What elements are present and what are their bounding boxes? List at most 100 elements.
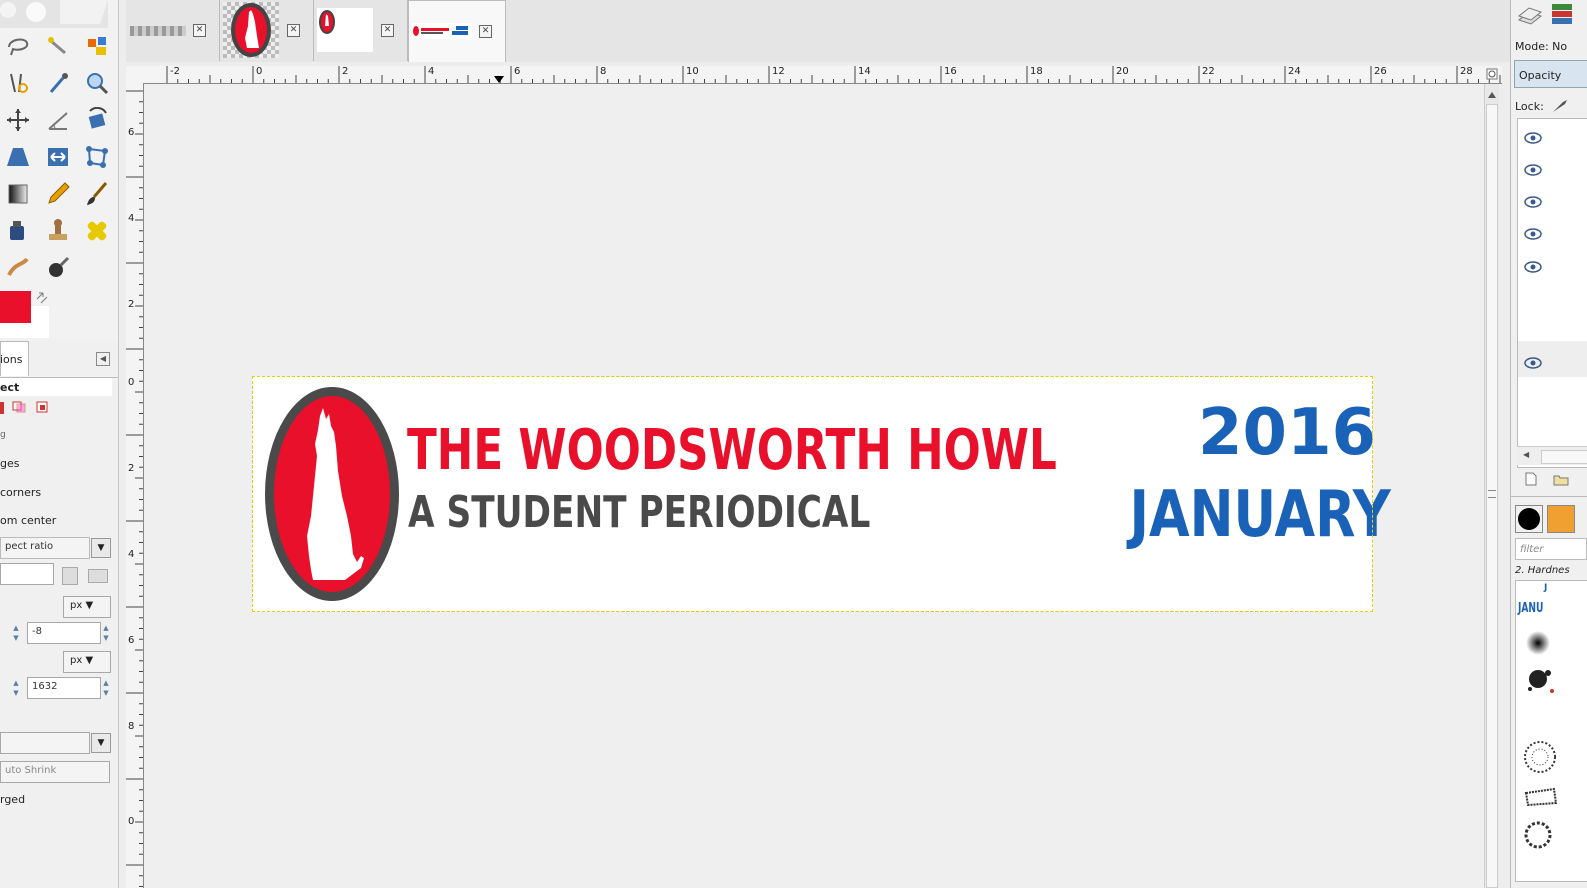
- fixed-aspect-select[interactable]: pect ratio: [0, 537, 90, 559]
- spin-y-icon[interactable]: ▲ ▼: [102, 623, 110, 643]
- smudge-icon[interactable]: [3, 253, 33, 283]
- blend-icon[interactable]: [3, 179, 33, 209]
- zoom-icon[interactable]: [82, 68, 112, 98]
- new-layer-group-icon[interactable]: [1553, 474, 1569, 486]
- scissors-select-icon[interactable]: [3, 68, 33, 98]
- portrait-icon[interactable]: [62, 567, 78, 585]
- mode-label[interactable]: Mode: No: [1515, 40, 1567, 53]
- scroll-left-icon[interactable]: ◀: [1523, 450, 1529, 459]
- free-select-icon[interactable]: [3, 31, 33, 61]
- brushes-grid[interactable]: J JANU: [1515, 580, 1587, 882]
- move-icon[interactable]: [3, 105, 33, 135]
- rotate-icon[interactable]: [82, 105, 112, 135]
- lock-pixels-icon[interactable]: [1551, 98, 1569, 114]
- image-tab-bar: ✕ ✕ ✕ ✕: [126, 0, 1510, 62]
- brush-thumb-splatter[interactable]: [1524, 665, 1562, 695]
- option-label-1: g: [0, 430, 6, 440]
- highlight-dropdown-button[interactable]: ▼: [91, 733, 111, 753]
- auto-shrink-button[interactable]: uto Shrink: [0, 761, 110, 783]
- swap-colors-icon[interactable]: [35, 291, 49, 305]
- wolf-logo-thumbnail: [223, 2, 279, 58]
- foreground-color-swatch[interactable]: [0, 291, 31, 323]
- mode-replace-icon[interactable]: [0, 402, 4, 414]
- layer-visibility-eye-icon[interactable]: [1524, 357, 1542, 369]
- size-unit-select[interactable]: px ▼: [63, 651, 111, 673]
- image-tab-wolf-small[interactable]: ✕: [314, 0, 408, 61]
- option-shrink-merged[interactable]: rged: [0, 793, 25, 806]
- perspective-icon[interactable]: [3, 142, 33, 172]
- opacity-slider[interactable]: Opacity: [1514, 60, 1587, 88]
- image-tab-checker[interactable]: ✕: [126, 0, 220, 61]
- option-expand-from-center[interactable]: om center: [0, 514, 56, 527]
- ruler-label: 4: [128, 549, 135, 560]
- ruler-label: 2: [128, 463, 135, 474]
- new-layer-icon[interactable]: [1525, 472, 1537, 486]
- zoom-fit-icon[interactable]: [1486, 68, 1498, 80]
- brush-thumb-texture-3[interactable]: [1524, 821, 1562, 851]
- fixed-aspect-value: pect ratio: [5, 541, 54, 552]
- position-y-field[interactable]: -8: [27, 622, 101, 644]
- horizontal-ruler: -2 0 2 4 6 8 10 12 14 16 18 20 22 24 26 …: [126, 66, 1502, 84]
- fixed-dropdown-button[interactable]: ▼: [91, 538, 111, 558]
- brushes-tab-icon[interactable]: [1515, 505, 1543, 533]
- ruler-label: 14: [858, 66, 871, 77]
- banner-canvas-image[interactable]: THE WOODSWORTH HOWL A STUDENT PERIODICAL…: [252, 376, 1391, 612]
- spin-h-icon[interactable]: ▲ ▼: [102, 678, 110, 698]
- fuzzy-select-icon[interactable]: [43, 31, 73, 61]
- landscape-icon[interactable]: [88, 569, 108, 583]
- spin-x-icon[interactable]: ▲ ▼: [12, 623, 20, 643]
- close-tab-icon[interactable]: ✕: [381, 24, 394, 37]
- layers-tab-icon[interactable]: [1517, 4, 1543, 28]
- close-tab-icon[interactable]: ✕: [193, 24, 206, 37]
- layer-visibility-eye-icon[interactable]: [1524, 261, 1542, 273]
- select-by-color-icon[interactable]: [82, 31, 112, 61]
- layers-hscroll-thumb[interactable]: [1541, 450, 1587, 464]
- measure-icon[interactable]: [43, 105, 73, 135]
- brush-thumb-texture-2[interactable]: [1524, 781, 1562, 811]
- image-tab-banner[interactable]: ✕: [408, 0, 506, 62]
- close-tab-icon[interactable]: ✕: [287, 24, 300, 37]
- option-edges[interactable]: ges: [0, 457, 19, 470]
- option-rounded-corners[interactable]: corners: [0, 486, 41, 499]
- layer-visibility-eye-icon[interactable]: [1524, 228, 1542, 240]
- brush-thumb-texture-1[interactable]: [1524, 741, 1562, 773]
- banner-title: THE WOODSWORTH HOWL: [407, 418, 1057, 483]
- position-unit-label: px: [70, 600, 83, 611]
- channels-tab-icon[interactable]: [1549, 2, 1573, 28]
- grip-icon: [1488, 490, 1496, 498]
- highlight-select[interactable]: [0, 732, 90, 754]
- heal-icon[interactable]: [82, 216, 112, 246]
- brush-thumb-janu[interactable]: J JANU: [1518, 583, 1556, 623]
- scroll-up-icon[interactable]: [1488, 92, 1496, 98]
- color-picker-icon[interactable]: [43, 68, 73, 98]
- dodge-burn-icon[interactable]: [43, 253, 73, 283]
- brush-name-label: 2. Hardnes: [1515, 565, 1570, 576]
- clone-stamp-icon[interactable]: [43, 216, 73, 246]
- ink-icon[interactable]: [3, 216, 33, 246]
- pencil-icon[interactable]: [43, 179, 73, 209]
- layers-hscroll[interactable]: ◀: [1517, 446, 1587, 465]
- spin-w-icon[interactable]: ▲ ▼: [12, 678, 20, 698]
- brush-thumb-fuzzy[interactable]: [1524, 629, 1562, 659]
- layer-visibility-eye-icon[interactable]: [1524, 132, 1542, 144]
- position-unit-select[interactable]: px ▼: [63, 596, 111, 618]
- image-tab-wolf-logo[interactable]: ✕: [220, 0, 314, 61]
- mode-subtract-icon[interactable]: [36, 401, 50, 413]
- filter-placeholder: filter: [1520, 544, 1544, 555]
- opacity-label: Opacity: [1519, 69, 1562, 82]
- cage-transform-icon[interactable]: [82, 142, 112, 172]
- panel-menu-icon[interactable]: ◀: [96, 352, 110, 366]
- close-tab-icon[interactable]: ✕: [479, 25, 492, 38]
- mode-add-icon[interactable]: [12, 401, 26, 413]
- brush-filter-input[interactable]: filter: [1515, 538, 1587, 560]
- paintbrush-icon[interactable]: [82, 179, 112, 209]
- aspect-ratio-field[interactable]: [0, 563, 54, 585]
- patterns-tab-icon[interactable]: [1547, 505, 1575, 533]
- size-height-field[interactable]: 1632: [27, 677, 101, 699]
- banner-year: 2016: [1198, 396, 1377, 470]
- layer-visibility-eye-icon[interactable]: [1524, 196, 1542, 208]
- flip-icon[interactable]: [43, 142, 73, 172]
- wolf-logo: [265, 386, 403, 607]
- canvas-vertical-scrollbar[interactable]: [1484, 84, 1499, 888]
- layer-visibility-eye-icon[interactable]: [1524, 164, 1542, 176]
